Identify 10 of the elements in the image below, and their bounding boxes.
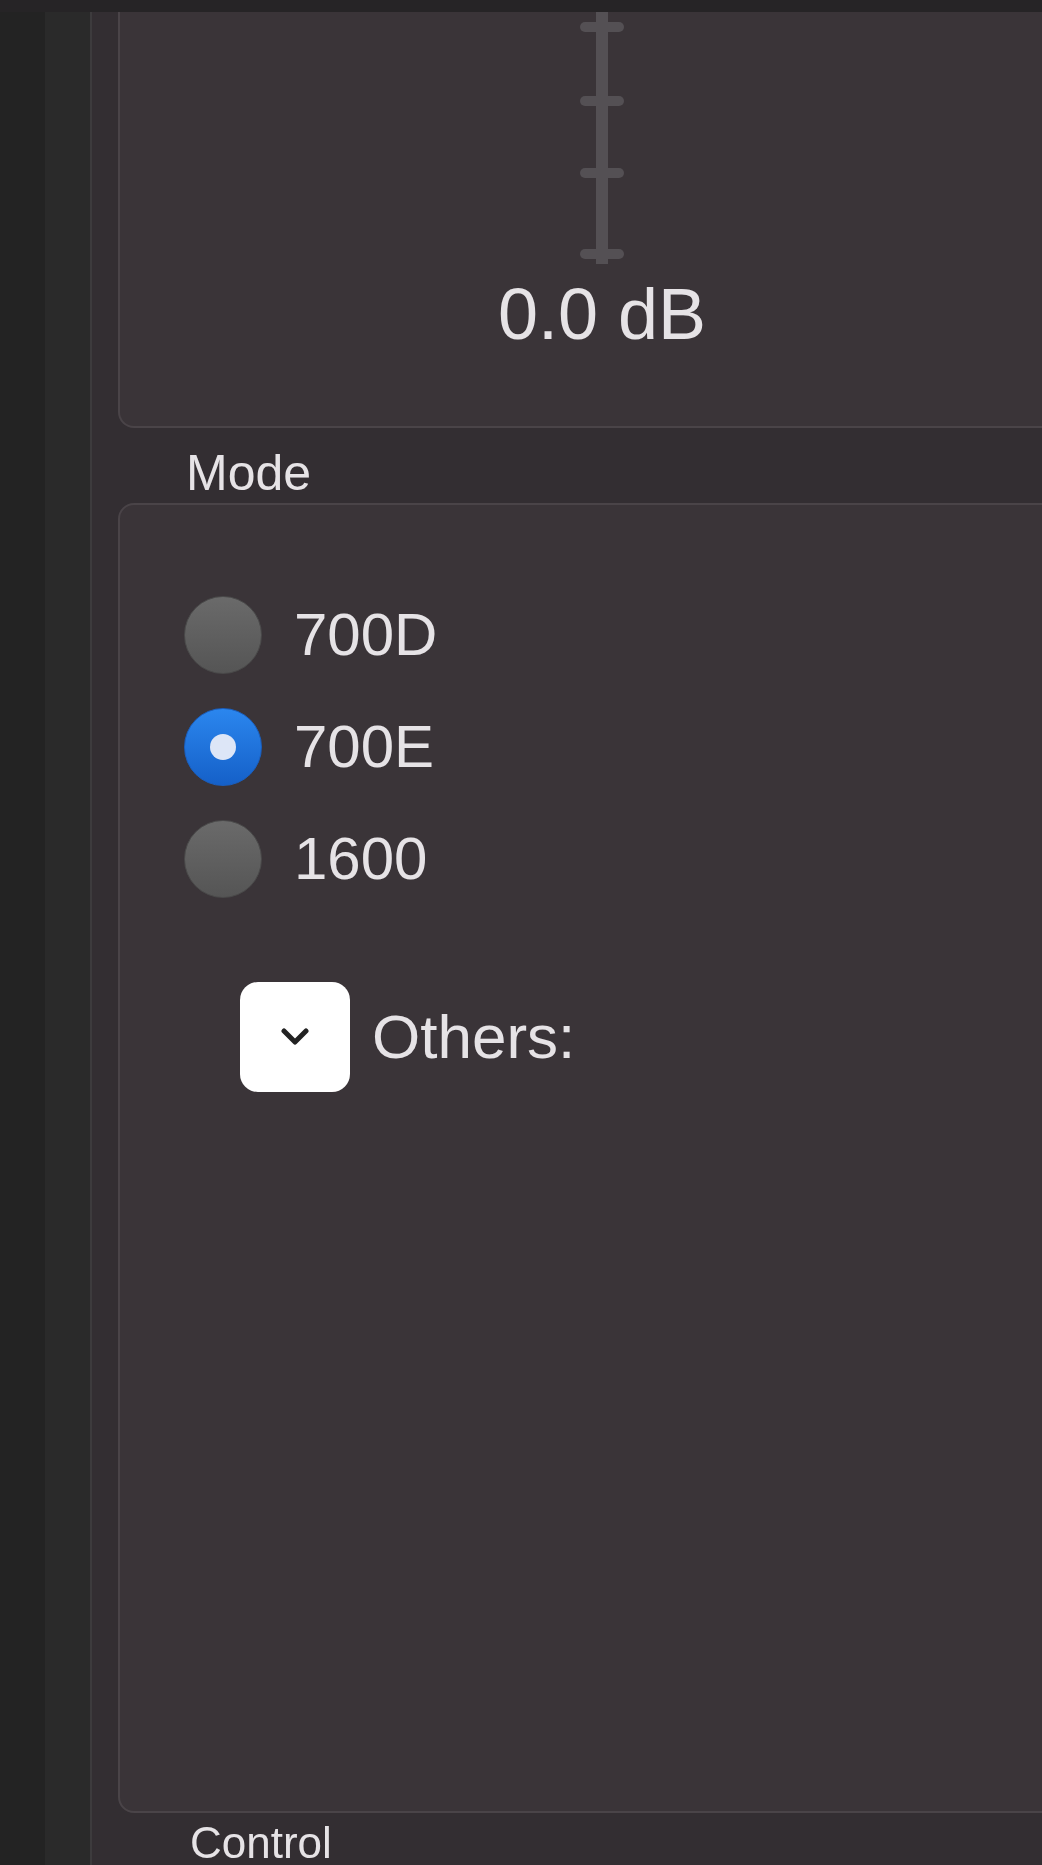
gain-reading: 0.0 dB [497, 278, 707, 350]
slider-track[interactable] [580, 12, 624, 264]
chevron-icon [280, 1028, 310, 1046]
dropdown-button[interactable] [240, 982, 350, 1092]
section-label: Control [189, 1817, 333, 1865]
dropdown-label: Others: [372, 1006, 576, 1068]
radio-label: 700E [294, 717, 435, 777]
radio-label: 1600 [294, 829, 428, 889]
radio-label: 700D [294, 605, 438, 665]
section-label: Mode [185, 444, 313, 503]
